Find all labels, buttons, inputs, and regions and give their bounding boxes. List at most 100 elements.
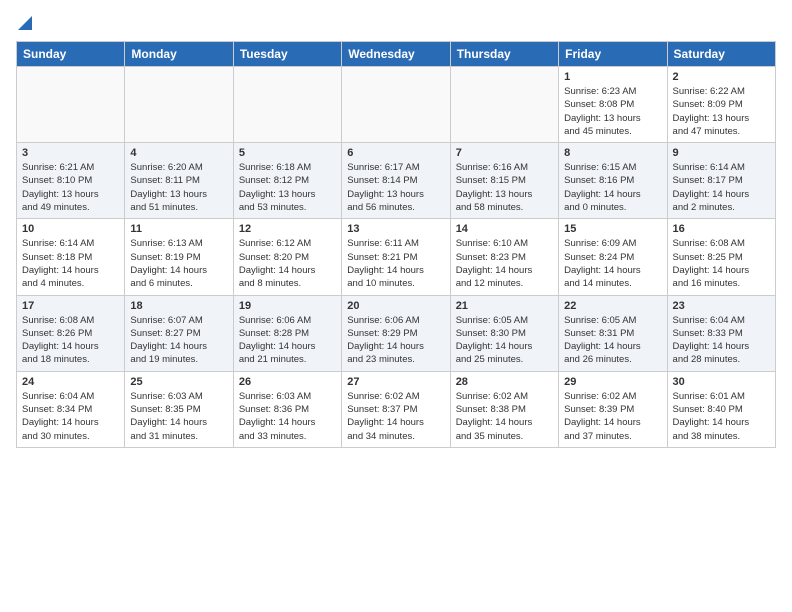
day-info: Sunrise: 6:08 AMSunset: 8:25 PMDaylight:…: [673, 237, 770, 290]
day-info: Sunrise: 6:02 AMSunset: 8:38 PMDaylight:…: [456, 390, 553, 443]
day-number: 25: [130, 376, 227, 388]
day-info: Sunrise: 6:12 AMSunset: 8:20 PMDaylight:…: [239, 237, 336, 290]
day-info: Sunrise: 6:07 AMSunset: 8:27 PMDaylight:…: [130, 314, 227, 367]
calendar-cell: 9 Sunrise: 6:14 AMSunset: 8:17 PMDaylight…: [667, 143, 775, 219]
calendar-row-3: 10 Sunrise: 6:14 AMSunset: 8:18 PMDayligh…: [17, 219, 776, 295]
calendar-cell: 3 Sunrise: 6:21 AMSunset: 8:10 PMDaylight…: [17, 143, 125, 219]
calendar-cell: 27 Sunrise: 6:02 AMSunset: 8:37 PMDayligh…: [342, 371, 450, 447]
calendar-cell: 6 Sunrise: 6:17 AMSunset: 8:14 PMDaylight…: [342, 143, 450, 219]
day-info: Sunrise: 6:21 AMSunset: 8:10 PMDaylight:…: [22, 161, 119, 214]
calendar-cell: 14 Sunrise: 6:10 AMSunset: 8:23 PMDayligh…: [450, 219, 558, 295]
day-info: Sunrise: 6:13 AMSunset: 8:19 PMDaylight:…: [130, 237, 227, 290]
day-info: Sunrise: 6:15 AMSunset: 8:16 PMDaylight:…: [564, 161, 661, 214]
calendar-cell: 24Sunrise: 6:04 AMSunset: 8:34 PMDayligh…: [17, 371, 125, 447]
day-number: 7: [456, 147, 553, 159]
day-info: Sunrise: 6:14 AMSunset: 8:18 PMDaylight:…: [22, 237, 119, 290]
logo-triangle-icon: [18, 16, 32, 30]
calendar-cell: 29 Sunrise: 6:02 AMSunset: 8:39 PMDayligh…: [559, 371, 667, 447]
day-number: 2: [673, 71, 770, 83]
day-info: Sunrise: 6:04 AMSunset: 8:33 PMDaylight:…: [673, 314, 770, 367]
calendar-cell: 23 Sunrise: 6:04 AMSunset: 8:33 PMDayligh…: [667, 295, 775, 371]
day-info: Sunrise: 6:10 AMSunset: 8:23 PMDaylight:…: [456, 237, 553, 290]
day-info: Sunrise: 6:08 AMSunset: 8:26 PMDaylight:…: [22, 314, 119, 367]
day-info: Sunrise: 6:06 AMSunset: 8:28 PMDaylight:…: [239, 314, 336, 367]
col-header-tuesday: Tuesday: [233, 42, 341, 67]
calendar-cell: 13 Sunrise: 6:11 AMSunset: 8:21 PMDayligh…: [342, 219, 450, 295]
calendar-row-1: 1 Sunrise: 6:23 AMSunset: 8:08 PMDaylight…: [17, 67, 776, 143]
day-info: Sunrise: 6:22 AMSunset: 8:09 PMDaylight:…: [673, 85, 770, 138]
day-number: 17: [22, 300, 119, 312]
calendar-cell: 7 Sunrise: 6:16 AMSunset: 8:15 PMDaylight…: [450, 143, 558, 219]
day-number: 6: [347, 147, 444, 159]
calendar-body: 1 Sunrise: 6:23 AMSunset: 8:08 PMDaylight…: [17, 67, 776, 448]
calendar-cell: 25 Sunrise: 6:03 AMSunset: 8:35 PMDayligh…: [125, 371, 233, 447]
day-number: 14: [456, 223, 553, 235]
day-number: 26: [239, 376, 336, 388]
calendar-cell: 28 Sunrise: 6:02 AMSunset: 8:38 PMDayligh…: [450, 371, 558, 447]
day-number: 29: [564, 376, 661, 388]
logo: [16, 16, 32, 35]
calendar-cell: 11 Sunrise: 6:13 AMSunset: 8:19 PMDayligh…: [125, 219, 233, 295]
day-info: Sunrise: 6:05 AMSunset: 8:31 PMDaylight:…: [564, 314, 661, 367]
calendar-cell: 5 Sunrise: 6:18 AMSunset: 8:12 PMDaylight…: [233, 143, 341, 219]
day-number: 27: [347, 376, 444, 388]
day-number: 15: [564, 223, 661, 235]
day-number: 5: [239, 147, 336, 159]
calendar-cell: 16Sunrise: 6:08 AMSunset: 8:25 PMDayligh…: [667, 219, 775, 295]
day-number: 23: [673, 300, 770, 312]
day-number: 9: [673, 147, 770, 159]
calendar-cell: 15 Sunrise: 6:09 AMSunset: 8:24 PMDayligh…: [559, 219, 667, 295]
day-number: 18: [130, 300, 227, 312]
day-number: 28: [456, 376, 553, 388]
col-header-wednesday: Wednesday: [342, 42, 450, 67]
day-number: 3: [22, 147, 119, 159]
calendar-cell: 17 Sunrise: 6:08 AMSunset: 8:26 PMDayligh…: [17, 295, 125, 371]
calendar-cell: [125, 67, 233, 143]
day-number: 20: [347, 300, 444, 312]
day-number: 30: [673, 376, 770, 388]
day-number: 8: [564, 147, 661, 159]
calendar-cell: [17, 67, 125, 143]
calendar-cell: 1 Sunrise: 6:23 AMSunset: 8:08 PMDaylight…: [559, 67, 667, 143]
page-header: [16, 16, 776, 35]
col-header-monday: Monday: [125, 42, 233, 67]
day-number: 10: [22, 223, 119, 235]
day-info: Sunrise: 6:18 AMSunset: 8:12 PMDaylight:…: [239, 161, 336, 214]
day-info: Sunrise: 6:03 AMSunset: 8:36 PMDaylight:…: [239, 390, 336, 443]
col-header-friday: Friday: [559, 42, 667, 67]
day-info: Sunrise: 6:16 AMSunset: 8:15 PMDaylight:…: [456, 161, 553, 214]
day-info: Sunrise: 6:23 AMSunset: 8:08 PMDaylight:…: [564, 85, 661, 138]
day-number: 13: [347, 223, 444, 235]
col-header-sunday: Sunday: [17, 42, 125, 67]
day-number: 21: [456, 300, 553, 312]
day-info: Sunrise: 6:03 AMSunset: 8:35 PMDaylight:…: [130, 390, 227, 443]
calendar-cell: 10 Sunrise: 6:14 AMSunset: 8:18 PMDayligh…: [17, 219, 125, 295]
col-header-thursday: Thursday: [450, 42, 558, 67]
calendar-header: SundayMondayTuesdayWednesdayThursdayFrid…: [17, 42, 776, 67]
calendar-cell: 4 Sunrise: 6:20 AMSunset: 8:11 PMDaylight…: [125, 143, 233, 219]
day-info: Sunrise: 6:17 AMSunset: 8:14 PMDaylight:…: [347, 161, 444, 214]
day-info: Sunrise: 6:14 AMSunset: 8:17 PMDaylight:…: [673, 161, 770, 214]
calendar-cell: [342, 67, 450, 143]
day-info: Sunrise: 6:04 AMSunset: 8:34 PMDaylight:…: [22, 390, 119, 443]
day-number: 12: [239, 223, 336, 235]
day-info: Sunrise: 6:06 AMSunset: 8:29 PMDaylight:…: [347, 314, 444, 367]
day-info: Sunrise: 6:02 AMSunset: 8:39 PMDaylight:…: [564, 390, 661, 443]
calendar-cell: [233, 67, 341, 143]
calendar-cell: 18 Sunrise: 6:07 AMSunset: 8:27 PMDayligh…: [125, 295, 233, 371]
calendar-cell: 20 Sunrise: 6:06 AMSunset: 8:29 PMDayligh…: [342, 295, 450, 371]
day-number: 22: [564, 300, 661, 312]
day-number: 4: [130, 147, 227, 159]
calendar-header-row: SundayMondayTuesdayWednesdayThursdayFrid…: [17, 42, 776, 67]
calendar-table: SundayMondayTuesdayWednesdayThursdayFrid…: [16, 41, 776, 448]
day-number: 1: [564, 71, 661, 83]
day-info: Sunrise: 6:09 AMSunset: 8:24 PMDaylight:…: [564, 237, 661, 290]
calendar-cell: 2 Sunrise: 6:22 AMSunset: 8:09 PMDaylight…: [667, 67, 775, 143]
day-info: Sunrise: 6:11 AMSunset: 8:21 PMDaylight:…: [347, 237, 444, 290]
day-info: Sunrise: 6:02 AMSunset: 8:37 PMDaylight:…: [347, 390, 444, 443]
calendar-cell: 12 Sunrise: 6:12 AMSunset: 8:20 PMDayligh…: [233, 219, 341, 295]
day-number: 11: [130, 223, 227, 235]
calendar-cell: 26 Sunrise: 6:03 AMSunset: 8:36 PMDayligh…: [233, 371, 341, 447]
day-info: Sunrise: 6:20 AMSunset: 8:11 PMDaylight:…: [130, 161, 227, 214]
day-info: Sunrise: 6:05 AMSunset: 8:30 PMDaylight:…: [456, 314, 553, 367]
